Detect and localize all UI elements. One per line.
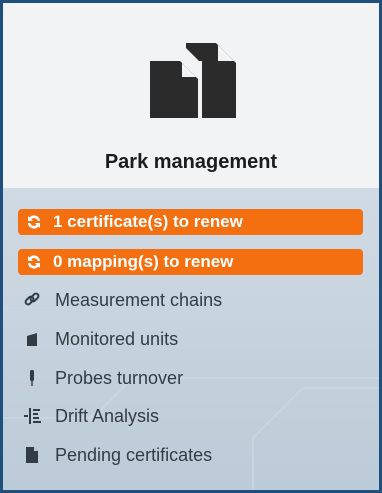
alert-certificates-to-renew[interactable]: 1 certificate(s) to renew	[18, 209, 363, 235]
menu-item-monitored-units[interactable]: Monitored units	[22, 325, 362, 353]
menu-item-pending-certificates[interactable]: Pending certificates	[22, 441, 362, 469]
card-header[interactable]: Park management	[3, 3, 379, 188]
card-title: Park management	[104, 151, 278, 173]
menu-item-label: Monitored units	[55, 328, 179, 349]
menu-item-label: Probes turnover	[55, 367, 184, 388]
park-management-card: Park management 1 certificate(s) to rene…	[3, 3, 379, 490]
refresh-icon	[28, 215, 40, 229]
menu-item-label: Pending certificates	[55, 444, 213, 465]
drift-icon	[22, 406, 42, 426]
menu-item-measurement-chains[interactable]: Measurement chains	[22, 286, 362, 314]
menu-item-probes-turnover[interactable]: Probes turnover	[22, 364, 362, 392]
refresh-icon	[28, 255, 40, 269]
probe-icon	[22, 368, 42, 388]
document-icon	[22, 445, 42, 465]
menu-item-label: Drift Analysis	[55, 405, 160, 426]
alert-label: 0 mapping(s) to renew	[53, 252, 234, 271]
alert-label: 1 certificate(s) to renew	[53, 212, 243, 231]
menu-item-drift-analysis[interactable]: Drift Analysis	[22, 402, 362, 430]
link-icon	[22, 290, 42, 310]
menu-item-label: Measurement chains	[55, 289, 223, 310]
unit-icon	[22, 329, 42, 349]
documents-icon	[150, 43, 236, 118]
alert-mappings-to-renew[interactable]: 0 mapping(s) to renew	[18, 249, 363, 275]
